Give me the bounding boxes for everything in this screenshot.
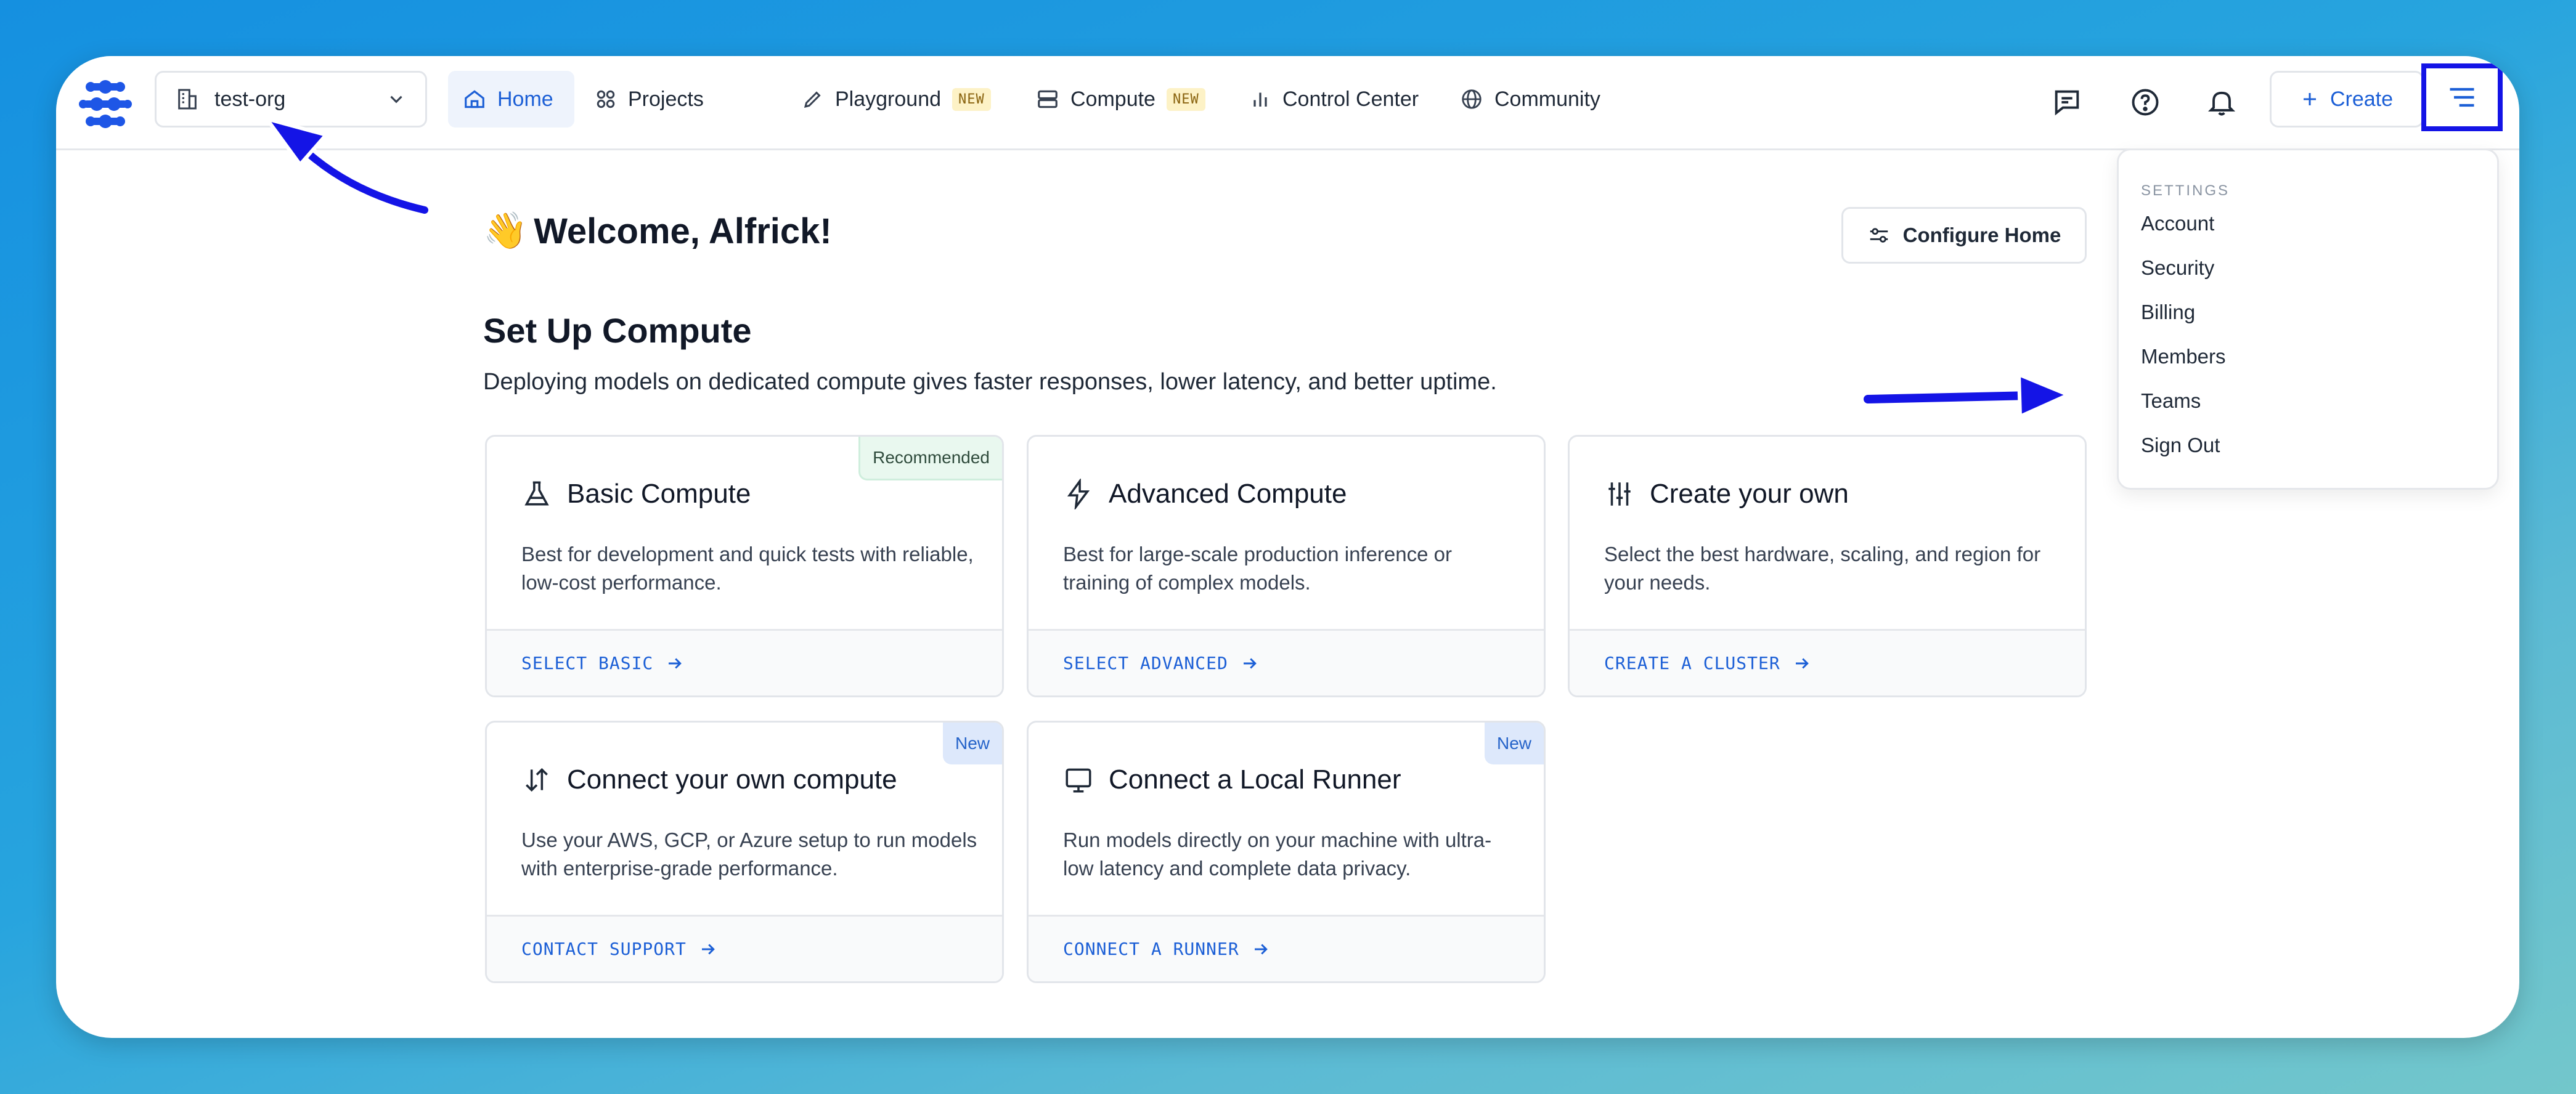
annotation-arrow-teams bbox=[1859, 371, 2073, 419]
app-window: test-org Home Projects Playground NEW Co… bbox=[56, 56, 2519, 1038]
annotation-overlay bbox=[262, 115, 2073, 419]
annotation-arrow-org bbox=[262, 115, 433, 218]
